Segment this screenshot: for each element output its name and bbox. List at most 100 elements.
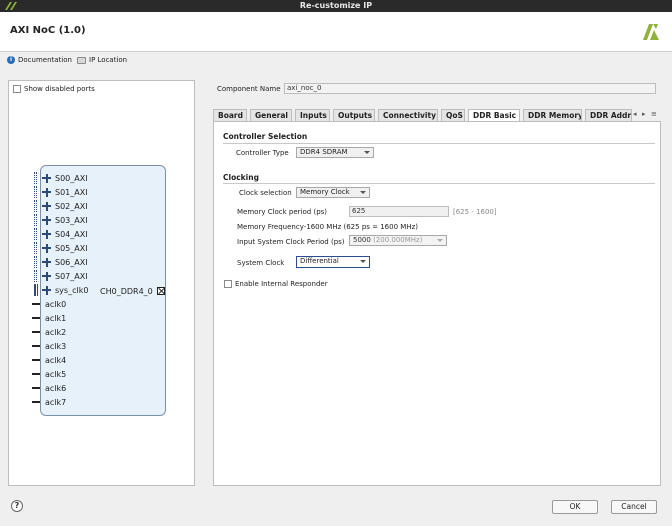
section-divider (223, 143, 655, 144)
expand-plus-icon[interactable] (42, 187, 51, 197)
expand-plus-icon[interactable] (42, 271, 51, 281)
expand-plus-icon[interactable] (42, 173, 51, 183)
ip-location-link[interactable]: IP Location (77, 55, 127, 65)
clock-selection-value: Memory Clock (300, 188, 350, 196)
links-bar: i Documentation IP Location (0, 52, 672, 68)
chevron-down-icon (437, 239, 443, 242)
input-system-clock-value: 5000 (353, 236, 371, 244)
controller-type-select[interactable]: DDR4 SDRAM (296, 147, 374, 158)
ip-location-label: IP Location (89, 56, 128, 64)
memory-clock-period-input[interactable]: 625 (349, 206, 449, 217)
input-port-s06-axi[interactable]: S06_AXI (42, 256, 88, 268)
enable-internal-responder-checkbox[interactable]: Enable Internal Responder (224, 280, 328, 288)
clock-port-aclk7[interactable]: aclk7 (45, 396, 66, 408)
ddr-basic-content: Controller Selection Controller Type DDR… (213, 122, 661, 486)
tab-scroll-right-icon[interactable]: ▸ (642, 110, 646, 121)
port-connector-icon (156, 287, 165, 295)
pin-line (32, 345, 40, 347)
ok-button[interactable]: OK (552, 500, 598, 514)
input-port-s01-axi[interactable]: S01_AXI (42, 186, 88, 198)
port-label: S02_AXI (55, 201, 88, 211)
memory-clock-period-range: [625 - 1600] (453, 208, 497, 216)
tab-general[interactable]: General (250, 109, 292, 121)
bus-connector-line (34, 200, 37, 212)
clock-port-aclk0[interactable]: aclk0 (45, 298, 66, 310)
output-port-ch0-ddr4[interactable]: CH0_DDR4_0 (100, 285, 165, 297)
port-label: S07_AXI (55, 271, 88, 281)
checkbox-box[interactable] (224, 280, 232, 288)
tab-scroll-left-icon[interactable]: ◂ (633, 110, 637, 121)
input-port-s00-axi[interactable]: S00_AXI (42, 172, 88, 184)
tab-outputs[interactable]: Outputs (333, 109, 375, 121)
port-label: aclk2 (45, 327, 67, 337)
clock-port-aclk4[interactable]: aclk4 (45, 354, 66, 366)
tab-board[interactable]: Board (213, 109, 247, 121)
checkbox-box[interactable] (13, 85, 21, 93)
bus-connector-line (34, 242, 37, 254)
enable-internal-responder-label: Enable Internal Responder (235, 280, 328, 288)
tab-ddr-address[interactable]: DDR Addre (585, 109, 632, 121)
chevron-down-icon (360, 191, 366, 194)
clock-port-aclk5[interactable]: aclk5 (45, 368, 66, 380)
input-port-s04-axi[interactable]: S04_AXI (42, 228, 88, 240)
documentation-label: Documentation (18, 56, 72, 64)
input-port-s07-axi[interactable]: S07_AXI (42, 270, 88, 282)
system-clock-select[interactable]: Differential (296, 256, 370, 268)
port-label: aclk4 (45, 355, 67, 365)
tab-connectivity[interactable]: Connectivity (378, 109, 438, 121)
show-disabled-ports-checkbox[interactable]: Show disabled ports (13, 85, 95, 93)
help-icon[interactable]: ? (11, 500, 23, 512)
controller-type-value: DDR4 SDRAM (300, 148, 348, 156)
memory-frequency-text: Memory Frequency-1600 MHz (625 ps = 1600… (237, 223, 418, 231)
port-label: aclk7 (45, 397, 67, 407)
dialog-header: AXI NoC (1.0) (0, 12, 672, 52)
cancel-button[interactable]: Cancel (611, 500, 657, 514)
tab-qos[interactable]: QoS (441, 109, 465, 121)
controller-selection-title: Controller Selection (223, 132, 308, 141)
expand-plus-icon[interactable] (42, 201, 51, 211)
input-system-clock-select[interactable]: 5000 (200.000MHz) (349, 235, 447, 246)
port-label: aclk6 (45, 383, 67, 393)
pin-line (32, 317, 40, 319)
folder-icon (77, 56, 86, 64)
component-name-input[interactable]: axi_noc_0 (284, 83, 656, 94)
controller-type-label: Controller Type (236, 149, 289, 157)
input-port-sys-clk0[interactable]: sys_clk0 (42, 284, 88, 296)
system-clock-label: System Clock (237, 259, 285, 267)
clock-port-aclk1[interactable]: aclk1 (45, 312, 66, 324)
clock-port-aclk2[interactable]: aclk2 (45, 326, 66, 338)
tab-inputs[interactable]: Inputs (295, 109, 330, 121)
bus-connector-line (34, 172, 37, 184)
brand-logo-icon (643, 24, 659, 40)
bus-connector-line (34, 214, 37, 226)
system-clock-value: Differential (300, 257, 339, 265)
expand-plus-icon[interactable] (42, 229, 51, 239)
port-label: aclk0 (45, 299, 67, 309)
expand-plus-icon[interactable] (42, 215, 51, 225)
component-name-label: Component Name (217, 85, 281, 93)
clock-selection-select[interactable]: Memory Clock (296, 187, 370, 198)
clock-bus-line (34, 284, 38, 296)
input-system-clock-hint: (200.000MHz) (373, 236, 423, 244)
pin-line (32, 303, 40, 305)
expand-plus-icon[interactable] (42, 243, 51, 253)
clock-port-aclk3[interactable]: aclk3 (45, 340, 66, 352)
expand-plus-icon[interactable] (42, 285, 51, 295)
tab-ddr-basic[interactable]: DDR Basic (468, 109, 520, 121)
ip-title: AXI NoC (1.0) (10, 25, 86, 36)
tab-menu-icon[interactable]: ≡ (651, 110, 657, 121)
port-label: S03_AXI (55, 215, 88, 225)
config-tabs: Board General Inputs Outputs Connectivit… (213, 108, 661, 122)
input-port-s02-axi[interactable]: S02_AXI (42, 200, 88, 212)
expand-plus-icon[interactable] (42, 257, 51, 267)
clocking-title: Clocking (223, 173, 259, 182)
tab-ddr-memory[interactable]: DDR Memory (523, 109, 582, 121)
show-disabled-label: Show disabled ports (24, 85, 95, 93)
input-port-s05-axi[interactable]: S05_AXI (42, 242, 88, 254)
documentation-link[interactable]: i Documentation (7, 55, 72, 65)
input-port-s03-axi[interactable]: S03_AXI (42, 214, 88, 226)
pin-line (32, 331, 40, 333)
port-label: sys_clk0 (55, 285, 89, 295)
pin-line (32, 387, 40, 389)
clock-port-aclk6[interactable]: aclk6 (45, 382, 66, 394)
